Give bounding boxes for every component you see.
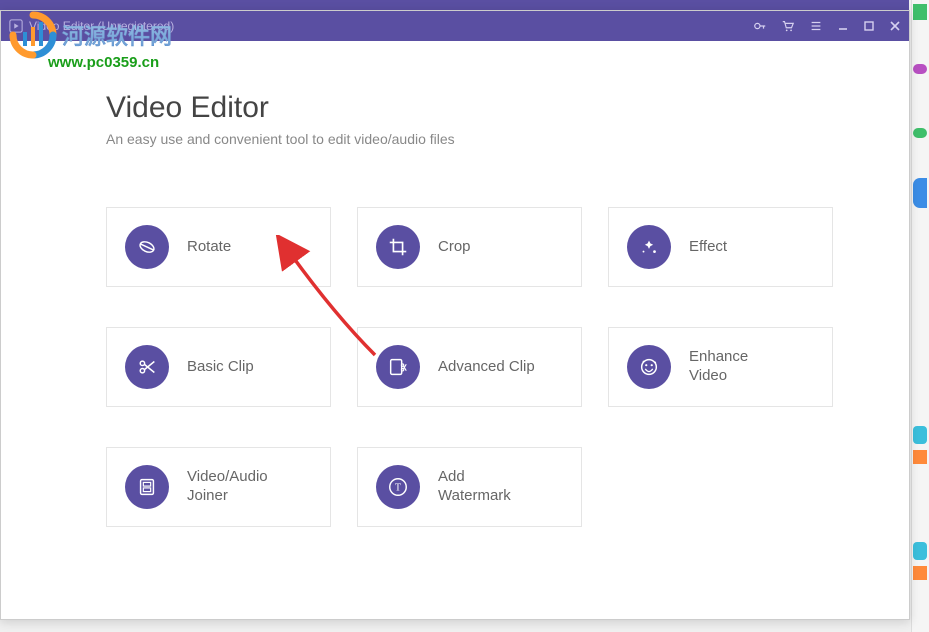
bg-dot bbox=[913, 450, 927, 464]
window-title: Video Editor (Unregistered) bbox=[29, 19, 174, 33]
tile-label: Effect bbox=[689, 238, 727, 257]
cart-icon[interactable] bbox=[781, 19, 795, 33]
tile-label: Rotate bbox=[187, 238, 231, 257]
scissors-icon bbox=[125, 345, 169, 389]
tile-label: Video/Audio Joiner bbox=[187, 468, 268, 506]
bg-dot bbox=[913, 426, 927, 444]
page-title: Video Editor bbox=[106, 91, 809, 125]
menu-icon[interactable] bbox=[809, 19, 823, 33]
joiner-icon bbox=[125, 465, 169, 509]
advanced-clip-icon bbox=[376, 345, 420, 389]
bg-tab bbox=[913, 178, 927, 208]
effect-icon bbox=[627, 225, 671, 269]
app-logo-icon bbox=[9, 19, 23, 33]
tile-advanced-clip[interactable]: Advanced Clip bbox=[357, 327, 582, 407]
tool-grid: Rotate Crop Effect Basic Clip bbox=[106, 207, 809, 527]
close-button[interactable] bbox=[889, 20, 901, 32]
bg-dot bbox=[913, 128, 927, 138]
tile-label: Advanced Clip bbox=[438, 358, 535, 377]
maximize-button[interactable] bbox=[863, 20, 875, 32]
main-content: Video Editor An easy use and convenient … bbox=[1, 41, 909, 567]
svg-text:T: T bbox=[395, 483, 401, 494]
tile-label: Add Watermark bbox=[438, 468, 511, 506]
titlebar: Video Editor (Unregistered) bbox=[1, 11, 909, 41]
watermark-icon: T bbox=[376, 465, 420, 509]
bg-dot bbox=[913, 566, 927, 580]
tile-label: Crop bbox=[438, 238, 471, 257]
bg-dot bbox=[913, 64, 927, 74]
app-window: Video Editor (Unregistered) Vid bbox=[0, 10, 910, 620]
tile-crop[interactable]: Crop bbox=[357, 207, 582, 287]
tile-watermark[interactable]: T Add Watermark bbox=[357, 447, 582, 527]
bg-badge bbox=[913, 4, 927, 20]
bg-dot bbox=[913, 542, 927, 560]
tile-label: Basic Clip bbox=[187, 358, 254, 377]
background-right-panel bbox=[911, 0, 929, 632]
minimize-button[interactable] bbox=[837, 20, 849, 32]
tile-label: Enhance Video bbox=[689, 348, 748, 386]
tile-effect[interactable]: Effect bbox=[608, 207, 833, 287]
key-icon[interactable] bbox=[753, 19, 767, 33]
background-titlebar bbox=[0, 0, 909, 10]
page-subtitle: An easy use and convenient tool to edit … bbox=[106, 131, 809, 147]
tile-joiner[interactable]: Video/Audio Joiner bbox=[106, 447, 331, 527]
tile-rotate[interactable]: Rotate bbox=[106, 207, 331, 287]
tile-enhance-video[interactable]: Enhance Video bbox=[608, 327, 833, 407]
rotate-icon bbox=[125, 225, 169, 269]
enhance-icon bbox=[627, 345, 671, 389]
tile-basic-clip[interactable]: Basic Clip bbox=[106, 327, 331, 407]
crop-icon bbox=[376, 225, 420, 269]
